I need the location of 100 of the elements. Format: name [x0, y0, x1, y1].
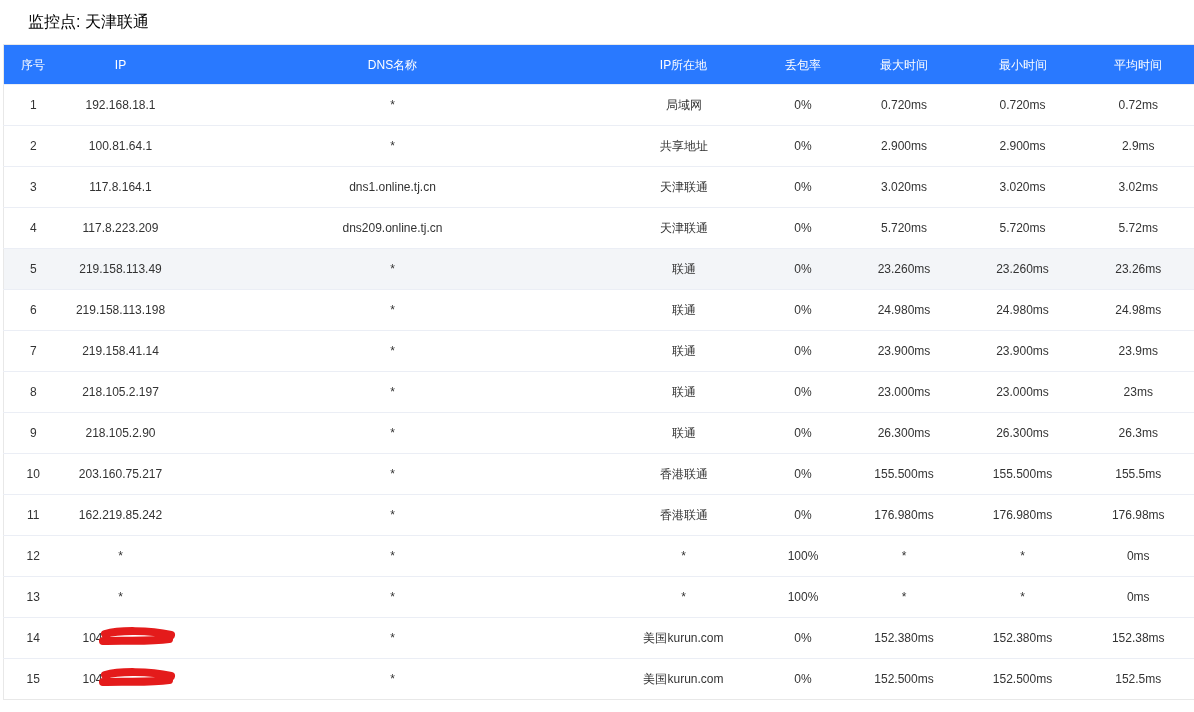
table-cell: 0ms — [1126, 549, 1150, 563]
column-header: 丢包率 — [785, 57, 821, 72]
column-header: IP所在地 — [659, 57, 708, 72]
table-cell: 23.9ms — [1118, 344, 1158, 358]
table-cell: 14 — [26, 631, 40, 645]
table-cell: 2.900ms — [999, 139, 1046, 153]
table-cell: 219.158.41.14 — [82, 344, 159, 358]
table-cell: 11 — [27, 508, 40, 522]
table-cell: 23.260ms — [996, 262, 1049, 276]
table-cell: 23.26ms — [1115, 262, 1162, 276]
table-cell: * — [390, 303, 395, 317]
table-cell: 7 — [29, 344, 37, 358]
table-cell: 152.380ms — [992, 631, 1053, 645]
table-cell: 0% — [794, 344, 812, 358]
table-cell: 155.500ms — [992, 467, 1053, 481]
table-cell: * — [390, 385, 395, 399]
table-cell: 0% — [794, 98, 812, 112]
table-cell: * — [390, 672, 395, 686]
table-cell: 9 — [29, 426, 37, 440]
table-cell: 2.900ms — [881, 139, 927, 153]
table-cell: * — [901, 549, 907, 563]
table-cell: 117.8.223.209 — [82, 221, 159, 235]
table-cell: 152.5ms — [1115, 672, 1162, 686]
table-cell: 0% — [794, 385, 812, 399]
table-cell: 23.260ms — [877, 262, 931, 276]
table-cell: * — [118, 590, 123, 604]
table-row[interactable]: 5 219.158.113.49 * 联通 0% 23.260ms 23.260ms 23.26ms — [3, 248, 1194, 290]
table-cell: 3 — [29, 180, 37, 194]
table-row[interactable]: 10 203.160.75.217 * 香港联通 0% 155.500ms 155.500ms 155.5ms — [3, 453, 1194, 495]
table-cell: 0% — [794, 467, 812, 481]
table-cell: 联通 — [671, 426, 696, 440]
table-cell: 2.9ms — [1121, 139, 1155, 153]
column-header: 最小时间 — [998, 57, 1047, 72]
table-cell: 23ms — [1123, 385, 1153, 399]
table-cell: 5.720ms — [881, 221, 927, 235]
table-cell: 4 — [29, 221, 37, 235]
table-cell: * — [118, 549, 123, 563]
table-cell: 共享地址 — [659, 139, 708, 153]
column-header: 最大时间 — [880, 57, 928, 72]
table-cell: 152.500ms — [992, 672, 1053, 686]
table-cell: dns1.online.tj.cn — [349, 180, 436, 194]
table-cell: 0% — [794, 631, 812, 645]
table-cell: 0% — [794, 221, 812, 235]
table-cell: * — [390, 467, 395, 481]
table-cell: * — [681, 549, 686, 563]
table-cell: 联通 — [671, 303, 696, 317]
table-cell: * — [901, 590, 907, 604]
table-cell: 152.500ms — [874, 672, 934, 686]
table-cell: 192.168.18.1 — [85, 98, 156, 112]
table-cell: 15 — [26, 672, 40, 686]
table-cell: 218.105.2.90 — [85, 426, 156, 440]
page-title: 监控点: 天津联通 — [28, 12, 149, 32]
table-cell: 24.980ms — [996, 303, 1049, 317]
table-cell: 美国kurun.com — [643, 631, 724, 645]
table-row[interactable]: 11 162.219.85.242 * 香港联通 0% 176.980ms 176.980ms 176.98ms — [3, 494, 1194, 536]
table-row[interactable]: 7 219.158.41.14 * 联通 0% 23.900ms 23.900ms 23.9ms — [3, 330, 1194, 372]
table-cell: 香港联通 — [659, 508, 708, 522]
table-row[interactable]: 1 192.168.18.1 * 局域网 0% 0.720ms 0.720ms 0.72ms — [3, 84, 1194, 126]
table-cell: 0.720ms — [999, 98, 1046, 112]
table-cell: 0.720ms — [881, 98, 927, 112]
table-row[interactable]: 9 218.105.2.90 * 联通 0% 26.300ms 26.300ms 26.3ms — [3, 412, 1194, 454]
table-cell: 24.98ms — [1115, 303, 1162, 317]
table-cell: 0% — [794, 508, 812, 522]
table-cell: 8 — [29, 385, 37, 399]
table-row[interactable]: 3 117.8.164.1 dns1.online.tj.cn 天津联通 0% 3.020ms 3.020ms 3.02ms — [3, 166, 1194, 208]
table-cell: 6 — [29, 303, 37, 317]
table-cell: * — [390, 590, 395, 604]
table-cell: 203.160.75.217 — [78, 467, 163, 481]
table-cell: * — [1020, 590, 1025, 604]
table-row[interactable]: 6 219.158.113.198 * 联通 0% 24.980ms 24.980ms 24.98ms — [3, 289, 1194, 331]
table-cell: 0% — [794, 139, 812, 153]
table-cell: 3.02ms — [1118, 180, 1158, 194]
table-cell: 0% — [794, 426, 812, 440]
table-row[interactable]: 13 * * * 100% * * 0ms — [3, 576, 1194, 618]
table-cell: * — [1020, 549, 1025, 563]
table-cell: 局域网 — [665, 98, 702, 112]
table-cell: 0.72ms — [1118, 98, 1158, 112]
table-cell: 0% — [794, 262, 812, 276]
column-header: 平均时间 — [1114, 57, 1163, 72]
table-cell: * — [681, 590, 686, 604]
table-cell: 2 — [29, 139, 37, 153]
table-cell: 23.900ms — [996, 344, 1049, 358]
table-cell: 0% — [794, 180, 812, 194]
table-row[interactable]: 8 218.105.2.197 * 联通 0% 23.000ms 23.000ms 23ms — [3, 371, 1194, 413]
table-cell: 117.8.164.1 — [89, 180, 152, 194]
table-cell: 香港联通 — [659, 467, 708, 481]
table-row[interactable]: 2 100.81.64.1 * 共享地址 0% 2.900ms 2.900ms 2.9ms — [3, 125, 1194, 167]
table-cell: 100% — [787, 590, 819, 604]
table-cell: * — [390, 262, 395, 276]
table-row[interactable]: 12 * * * 100% * * 0ms — [3, 535, 1194, 577]
table-cell: 219.158.113.49 — [79, 262, 162, 276]
table-cell: 3.020ms — [881, 180, 927, 194]
table-cell: 联通 — [671, 385, 696, 399]
table-cell: 13 — [26, 590, 40, 604]
table-cell: 162.219.85.242 — [78, 508, 163, 522]
table-cell: 23.000ms — [996, 385, 1049, 399]
table-cell: 24.980ms — [877, 303, 931, 317]
table-cell: 0% — [794, 303, 812, 317]
table-cell: 1 — [29, 98, 37, 112]
table-row[interactable]: 4 117.8.223.209 dns209.online.tj.cn 天津联通 0% 5.720ms 5.720ms 5.72ms — [3, 207, 1194, 249]
